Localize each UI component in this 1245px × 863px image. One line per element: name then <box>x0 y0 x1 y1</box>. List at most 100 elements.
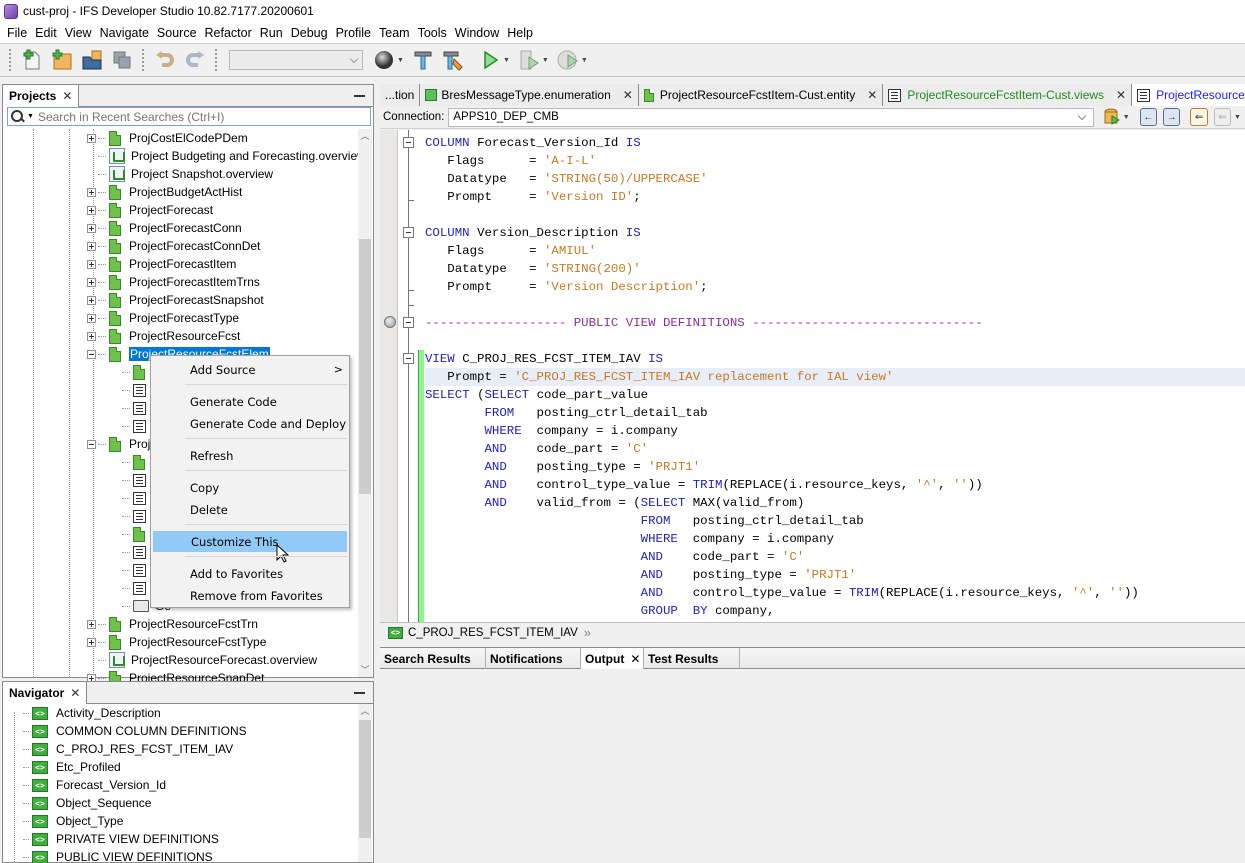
tree-item[interactable]: ProjectForecastType <box>87 309 239 327</box>
chevron-right-icon[interactable]: » <box>584 625 591 640</box>
menu-debug[interactable]: Debug <box>287 26 332 40</box>
menu-edit[interactable]: Edit <box>31 26 61 40</box>
menu-navigate[interactable]: Navigate <box>96 26 153 40</box>
new-project-button[interactable] <box>50 48 74 72</box>
tree-item[interactable]: ProjectResourceFcst <box>87 327 240 345</box>
tab-navigator[interactable]: Navigator ✕ <box>3 682 88 704</box>
back-button[interactable]: ← <box>1139 108 1158 126</box>
debug-button[interactable] <box>517 48 541 72</box>
toolbar-grip[interactable] <box>142 49 145 71</box>
navigator-item[interactable]: <> Activity_Description <box>23 704 161 722</box>
editor-tab-views-active[interactable]: ProjectResourceFcstItem.views <box>1132 84 1245 106</box>
collapse-icon[interactable] <box>87 439 96 449</box>
code-line[interactable]: AND code_part = 'C' <box>425 440 648 458</box>
expand-icon[interactable] <box>87 619 96 629</box>
scroll-up-icon[interactable]: ︿ <box>358 129 372 143</box>
scrollbar-thumb[interactable] <box>359 720 371 838</box>
fold-toggle-icon[interactable] <box>403 353 414 364</box>
navigator-item[interactable]: <> Object_Sequence <box>23 794 151 812</box>
profile-dropdown-arrow[interactable]: ▼ <box>581 57 588 64</box>
tree-item[interactable]: ProjectResourceFcstTrn <box>87 615 258 633</box>
deploy-button[interactable] <box>372 48 396 72</box>
database-dropdown-arrow[interactable]: ▼ <box>1123 114 1130 121</box>
code-line[interactable]: WHERE company = i.company <box>425 422 677 440</box>
menu-item-delete[interactable]: Delete <box>152 499 348 520</box>
code-line[interactable]: AND posting_type = 'PRJT1' <box>425 566 857 584</box>
navigator-item[interactable]: <> Etc_Profiled <box>23 758 121 776</box>
expand-icon[interactable] <box>87 133 96 143</box>
code-line[interactable]: SELECT (SELECT code_part_value <box>425 386 648 404</box>
menu-run[interactable]: Run <box>256 26 287 40</box>
new-file-button[interactable] <box>20 48 44 72</box>
menu-refactor[interactable]: Refactor <box>201 26 256 40</box>
menu-team[interactable]: Team <box>375 26 414 40</box>
breadcrumb-item[interactable]: C_PROJ_RES_FCST_ITEM_IAV <box>408 627 578 639</box>
code-line[interactable]: FROM posting_ctrl_detail_tab <box>425 404 707 422</box>
fold-toggle-icon[interactable] <box>403 227 414 238</box>
search-icon[interactable] <box>11 109 27 124</box>
close-icon[interactable]: ✕ <box>867 88 877 102</box>
connection-select[interactable]: APPS10_DEP_CMB <box>448 107 1095 127</box>
tree-item[interactable]: ProjectResourceForecast.overview <box>87 651 317 669</box>
close-icon[interactable]: ✕ <box>62 89 72 103</box>
fold-toggle-icon[interactable] <box>403 317 414 328</box>
expand-icon[interactable] <box>87 637 96 647</box>
menu-profile[interactable]: Profile <box>332 26 375 40</box>
tree-item[interactable]: ProjectBudgetActHist <box>87 183 242 201</box>
navigation-dropdown-arrow[interactable]: ▼ <box>1234 114 1241 121</box>
close-icon[interactable]: ✕ <box>70 686 80 700</box>
project-search-box[interactable]: ▼ <box>7 107 371 126</box>
toolbar-grip[interactable] <box>9 49 12 71</box>
redo-button[interactable] <box>183 48 207 72</box>
project-search-input[interactable] <box>37 109 358 124</box>
code-line[interactable]: WHERE company = i.company <box>425 530 834 548</box>
collapse-icon[interactable] <box>87 349 96 359</box>
menu-item-copy[interactable]: Copy <box>152 477 348 498</box>
tree-item[interactable]: Project Snapshot.overview <box>87 165 273 183</box>
menu-item-customize-this[interactable]: Customize This <box>153 531 347 563</box>
undo-button[interactable] <box>153 48 177 72</box>
code-line[interactable]: AND valid_from = (SELECT MAX(valid_from) <box>425 494 804 512</box>
code-line[interactable]: Prompt = 'Version ID'; <box>425 188 640 206</box>
navigator-item[interactable]: <> Object_Type <box>23 812 123 830</box>
code-line[interactable]: Flags = 'AMIUL' <box>425 242 596 260</box>
tree-item[interactable]: ProjectForecastItemTrns <box>87 273 260 291</box>
tab-test-results[interactable]: Test Results <box>644 648 740 669</box>
scroll-up-icon[interactable]: ︿ <box>358 704 372 718</box>
deploy-dropdown-arrow[interactable]: ▼ <box>397 57 404 64</box>
code-line[interactable]: Prompt = 'Version Description'; <box>425 278 707 296</box>
open-project-button[interactable] <box>80 48 104 72</box>
code-line[interactable]: GROUP BY company, <box>425 602 775 620</box>
build-button[interactable] <box>411 48 435 72</box>
last-edit-button[interactable]: ⇐ <box>1190 108 1208 126</box>
menu-item-refresh[interactable]: Refresh <box>152 445 348 466</box>
editor-tab-hidden[interactable]: ...tion <box>380 84 421 106</box>
expand-icon[interactable] <box>87 295 96 305</box>
run-button[interactable] <box>478 48 502 72</box>
forward-button[interactable]: → <box>1163 108 1181 126</box>
tree-item[interactable]: ProjectForecastItem <box>87 255 236 273</box>
navigator-item[interactable]: <> PUBLIC VIEW DEFINITIONS <box>23 848 213 863</box>
debug-dropdown-arrow[interactable]: ▼ <box>542 57 549 64</box>
code-line[interactable]: AND control_type_value = TRIM(REPLACE(i.… <box>425 584 1139 602</box>
menu-tools[interactable]: Tools <box>414 26 451 40</box>
expand-icon[interactable] <box>87 277 96 287</box>
projects-scrollbar[interactable]: ︿ ﹀ <box>358 129 372 677</box>
toolbar-grip[interactable] <box>215 49 218 71</box>
minimize-icon[interactable] <box>354 95 365 97</box>
search-options-arrow[interactable]: ▼ <box>27 113 34 120</box>
scrollbar-thumb[interactable] <box>359 239 371 494</box>
scroll-down-icon[interactable]: ﹀ <box>358 663 372 677</box>
code-line[interactable]: AND control_type_value = TRIM(REPLACE(i.… <box>425 476 982 494</box>
tree-item[interactable]: Project Budgeting and Forecasting.overvi… <box>87 147 366 165</box>
code-line[interactable]: Prompt = 'C_PROJ_RES_FCST_ITEM_IAV repla… <box>425 368 893 386</box>
code-line[interactable]: Flags = 'A-I-L' <box>425 152 596 170</box>
code-line[interactable]: AND code_part = 'C' <box>425 548 805 566</box>
menu-help[interactable]: Help <box>503 26 537 40</box>
navigator-scrollbar[interactable]: ︿ <box>358 704 372 862</box>
tree-item[interactable]: ProjectForecast <box>87 201 213 219</box>
menu-source[interactable]: Source <box>153 26 201 40</box>
menu-item-remove-from-favorites[interactable]: Remove from Favorites <box>152 585 348 606</box>
expand-icon[interactable] <box>87 259 96 269</box>
tree-item[interactable]: ProjectForecastConn <box>87 219 242 237</box>
